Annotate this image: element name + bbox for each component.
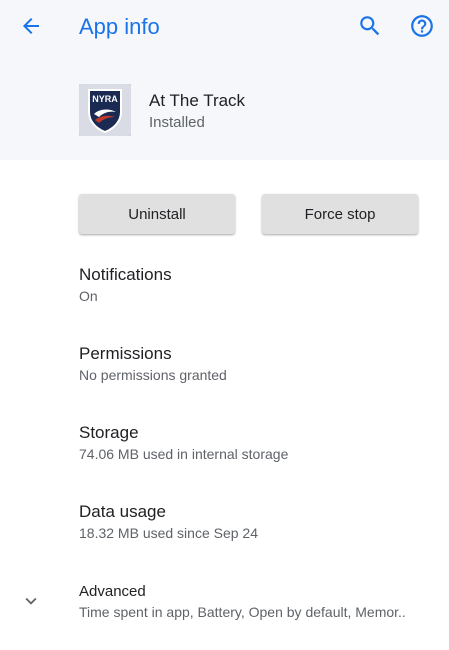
item-title: Notifications (79, 265, 172, 284)
notifications-item[interactable]: Notifications On (79, 264, 439, 306)
top-app-bar: App info (0, 0, 449, 56)
uninstall-button[interactable]: Uninstall (79, 194, 235, 234)
search-icon (360, 16, 380, 36)
svg-text:NYRA: NYRA (92, 94, 118, 104)
nyra-logo-icon: NYRA (79, 84, 131, 136)
app-name: At The Track (149, 91, 246, 110)
search-button[interactable] (352, 8, 388, 44)
item-subtitle: Time spent in app, Battery, Open by defa… (79, 604, 406, 620)
back-button[interactable] (13, 8, 49, 44)
app-header: NYRA At The Track Installed (0, 56, 449, 160)
storage-item[interactable]: Storage 74.06 MB used in internal storag… (79, 422, 439, 464)
item-subtitle: On (79, 288, 98, 304)
expand-advanced-button[interactable] (18, 588, 44, 614)
force-stop-button[interactable]: Force stop (262, 194, 418, 234)
page-title: App info (79, 14, 160, 39)
help-button[interactable] (404, 8, 440, 44)
item-subtitle: 18.32 MB used since Sep 24 (79, 525, 259, 541)
item-subtitle: 74.06 MB used in internal storage (79, 446, 289, 462)
item-title: Storage (79, 423, 139, 442)
app-status: Installed (149, 114, 205, 131)
item-title: Data usage (79, 502, 166, 521)
app-icon: NYRA (79, 84, 131, 136)
data-usage-item[interactable]: Data usage 18.32 MB used since Sep 24 (79, 501, 439, 543)
item-title: Permissions (79, 344, 172, 363)
advanced-item[interactable]: Advanced Time spent in app, Battery, Ope… (79, 582, 439, 622)
help-circle-icon (411, 15, 433, 37)
permissions-item[interactable]: Permissions No permissions granted (79, 343, 439, 385)
chevron-down-icon (25, 597, 37, 605)
item-title: Advanced (79, 583, 146, 600)
arrow-back-icon (23, 18, 39, 34)
item-subtitle: No permissions granted (79, 367, 227, 383)
